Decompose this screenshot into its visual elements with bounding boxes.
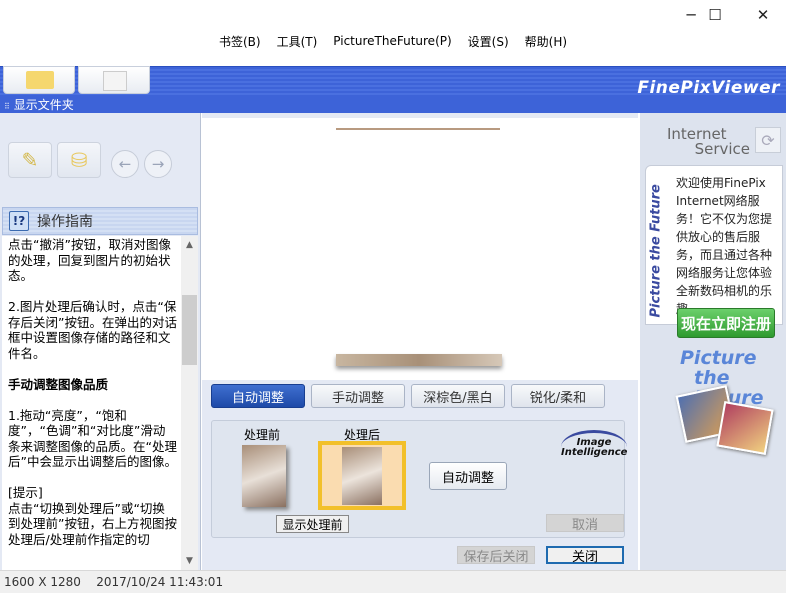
guide-title: 操作指南 [37,214,93,230]
document-icon [103,71,127,91]
guide-scrollbar[interactable]: ▲ ▼ [181,236,198,570]
arrow-left-icon: ← [118,155,132,173]
tab-sharpen-soften[interactable]: 锐化/柔和 [511,384,605,408]
refresh-button[interactable]: ⟳ [755,127,781,153]
internet-service-title: Internet Service [667,125,750,158]
document-tab[interactable] [78,66,150,94]
guide-heading: 手动调整图像品质 [8,376,109,392]
picture-the-future-vertical-logo: Picture the Future [648,184,664,318]
image-datetime: 2017/10/24 11:43:01 [96,575,224,589]
image-resolution: 1600 X 1280 [4,575,81,589]
tab-sepia-bw[interactable]: 深棕色/黑白 [411,384,505,408]
show-folder-bar[interactable]: ⠿ 显示文件夹 [0,97,786,113]
menu-help[interactable]: 帮助(H) [524,33,568,50]
status-bar: 1600 X 1280 2017/10/24 11:43:01 [0,570,786,593]
register-now-button[interactable]: 现在立即注册 [677,308,775,338]
pencil-icon: ✎ [21,148,39,172]
guide-paragraph: 1.拖动“亮度”，“饱和度”，“色调”和“对比度”滑动条来调整图像的品质。在“处… [8,407,177,470]
arrow-right-icon: → [151,155,165,173]
edit-button[interactable]: ✎ [8,142,52,178]
before-label: 处理前 [244,428,281,442]
before-thumbnail[interactable] [242,445,286,507]
refresh-icon: ⟳ [761,130,775,150]
guide-header: !? 操作指南 [2,207,198,235]
scroll-down-icon[interactable]: ▼ [181,556,198,566]
image-preview [202,118,638,380]
folder-tree-button[interactable]: ⛁ [57,142,101,178]
info-text: 欢迎使用FinePix Internet网络服务！它不仅为您提供放心的售后服务，… [676,176,773,316]
show-before-button[interactable]: 显示处理前 [276,515,349,533]
guide-text: 点击“撤消”按钮，取消对图像的处理，回复到图片的初始状态。 2.图片处理后确认时… [2,236,182,547]
close-window-button[interactable]: ✕ [740,0,786,30]
folder-tab[interactable] [3,66,75,94]
maximize-button[interactable]: ☐ [692,0,738,30]
auto-adjust-button[interactable]: 自动调整 [429,462,507,490]
guide-paragraph: 2.图片处理后确认时，点击“保存后关闭”按钮。在弹出的对话框中设置图像存储的路径… [8,299,177,361]
image-intelligence-logo: Image Intelligence [561,430,627,464]
save-and-close-button[interactable]: 保存后关闭 [457,546,535,565]
tab-auto-adjust[interactable]: 自动调整 [211,384,305,408]
guide-paragraph: 点击“撤消”按钮，取消对图像的处理，回复到图片的初始状态。 [8,237,171,283]
promo-photo [716,401,774,455]
menu-tools[interactable]: 工具(T) [276,33,319,50]
folder-tree-icon: ⛁ [70,148,88,172]
menu-bookmarks[interactable]: 书签(B) [218,33,262,50]
guide-paragraph: [提示] 点击“切换到处理后”或“切换到处理前”按钮，右上方视图按处理后/处理前… [8,485,177,547]
menu-settings[interactable]: 设置(S) [467,33,510,50]
scrollbar-thumb[interactable] [182,295,197,365]
folder-icon [26,71,54,89]
cancel-button[interactable]: 取消 [546,514,624,533]
forward-button[interactable]: → [144,150,172,178]
menu-picture-the-future[interactable]: PictureTheFuture(P) [332,34,452,48]
scroll-up-icon[interactable]: ▲ [181,240,198,250]
menu-bar: 书签(B) 工具(T) PictureTheFuture(P) 设置(S) 帮助… [0,30,786,52]
after-thumbnail[interactable] [318,441,406,510]
grip-icon: ⠿ [4,102,10,111]
tab-manual-adjust[interactable]: 手动调整 [311,384,405,408]
show-folder-label: 显示文件夹 [13,98,74,112]
finepix-logo: FinePixViewer [637,78,780,98]
close-button[interactable]: 关闭 [546,546,624,565]
back-button[interactable]: ← [111,150,139,178]
help-icon: !? [9,211,29,231]
